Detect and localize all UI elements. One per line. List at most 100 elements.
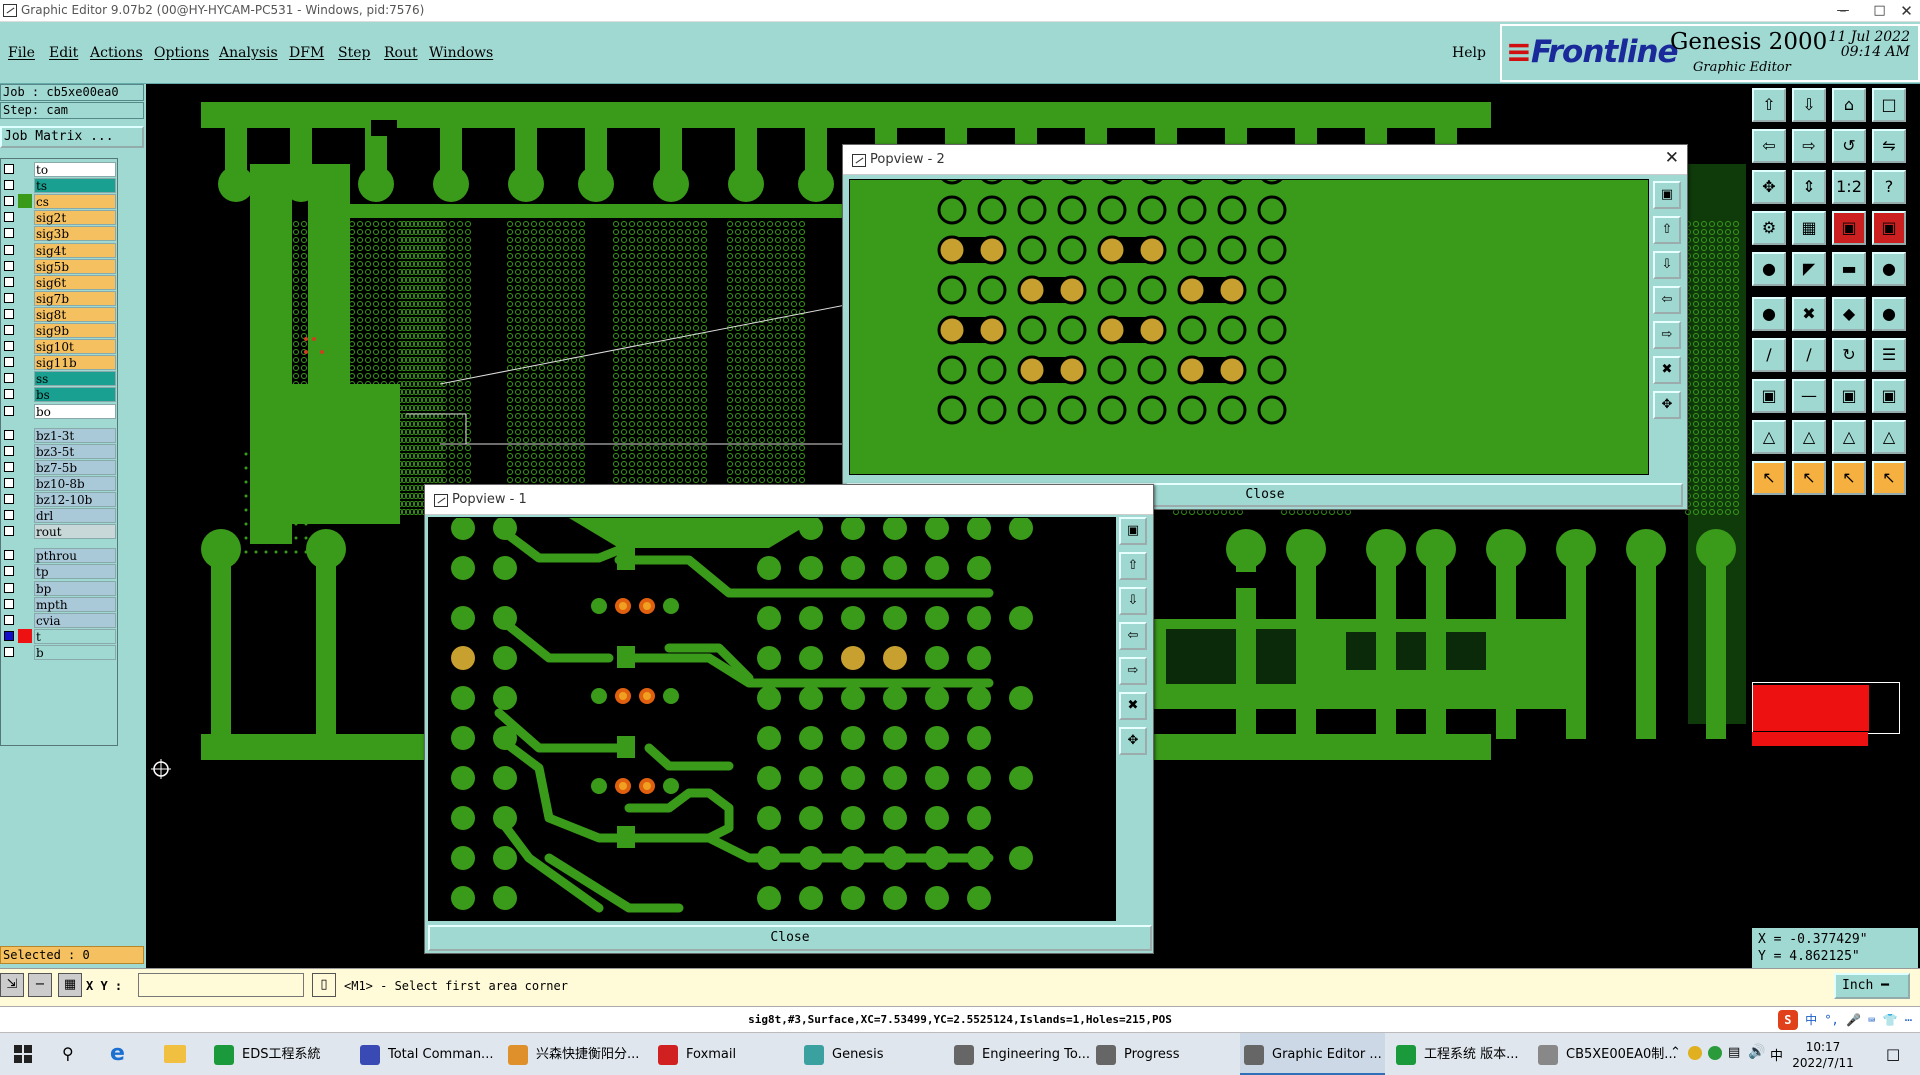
layer-name[interactable]: sig2t [34,210,116,226]
layer-color-swatch[interactable] [18,564,32,578]
layer-checkbox[interactable] [4,308,14,319]
layer-name[interactable]: sig8t [34,306,116,322]
layer-row-b[interactable]: b [1,644,119,660]
taskbar-item[interactable]: Foxmail [654,1033,794,1075]
taskbar-item[interactable]: CB5XE00EA0制... [1534,1033,1682,1075]
layer-color-swatch[interactable] [18,210,32,224]
menu-edit[interactable]: Edit [49,45,78,61]
triangle-d-icon[interactable]: △ [1872,420,1906,454]
layer-name[interactable]: t [34,628,116,644]
layer-row-sig10t[interactable]: sig10t [1,338,119,355]
layer-color-swatch[interactable] [18,476,32,490]
layer-checkbox[interactable] [4,405,14,416]
layer-name[interactable]: bz3-5t [34,443,116,459]
draw-line-icon[interactable]: ∕ [1752,338,1786,372]
layer-row-sig9b[interactable]: sig9b [1,322,119,338]
file-explorer-icon[interactable] [164,1045,186,1063]
menu-options[interactable]: Options [154,45,209,61]
menu-rout[interactable]: Rout [384,45,418,61]
layer-row-bz12-10b[interactable]: bz12-10b [1,491,119,507]
layer-name[interactable]: ts [34,178,116,194]
layer-color-swatch[interactable] [18,444,32,458]
xy-input[interactable] [138,973,304,997]
menu-analysis[interactable]: Analysis [219,45,278,61]
layer-checkbox[interactable] [4,494,14,504]
layer-checkbox[interactable] [4,373,14,384]
layer-color-swatch[interactable] [18,524,32,538]
popview-1-viewport[interactable] [428,517,1116,921]
popview-1-close-button[interactable]: Close [428,925,1152,951]
select-d-icon[interactable]: ↖ [1872,461,1906,495]
menu-dfm[interactable]: DFM [289,45,324,61]
layer-color-swatch[interactable] [18,645,32,659]
triangle-a-icon[interactable]: △ [1752,420,1786,454]
layer-checkbox[interactable] [4,510,14,521]
zoom-fit-icon[interactable]: ✥ [1752,170,1786,204]
layer-row-tp[interactable]: tp [1,563,119,580]
layer-checkbox[interactable] [4,646,14,657]
select-b-icon[interactable]: ↖ [1792,461,1826,495]
layer-name[interactable]: sig3b [34,226,116,242]
network-icon[interactable]: ▤ [1728,1045,1740,1060]
rotate-icon[interactable]: ↺ [1832,129,1866,163]
layer-checkbox[interactable] [4,630,14,641]
flip-icon[interactable]: ⇋ [1872,129,1906,163]
cross-tool-icon[interactable]: ✖ [1792,297,1826,331]
layer-a-icon[interactable]: ▣ [1832,211,1866,245]
taskbar-item[interactable]: 兴森快捷衡阳分... [504,1033,648,1075]
layer-row-ts[interactable]: ts [1,177,119,194]
layer-color-swatch[interactable] [18,162,32,176]
pad-icon[interactable]: ● [1752,252,1786,286]
layer-color-swatch[interactable] [18,275,32,289]
point-tool-icon[interactable]: ● [1872,297,1906,331]
window-minimize-button[interactable]: — [1820,0,1866,22]
line-tool-icon[interactable]: ▬ [1832,252,1866,286]
layer-color-swatch[interactable] [18,628,32,643]
search-icon[interactable]: ⚲ [62,1044,74,1063]
layer-color-swatch[interactable] [18,291,32,305]
layer-name[interactable]: sig5b [34,258,116,274]
help-icon[interactable]: ? [1872,170,1906,204]
tray-app-icon[interactable] [1688,1046,1702,1060]
layer-name[interactable]: bo [34,403,116,419]
circle-tool-icon[interactable]: ● [1872,252,1906,286]
layer-row-sig11b[interactable]: sig11b [1,354,119,371]
layer-row-sig8t[interactable]: sig8t [1,306,119,322]
triangle-c-icon[interactable]: △ [1832,420,1866,454]
layer-checkbox[interactable] [4,244,14,255]
frame-icon[interactable]: □ [1872,88,1906,122]
zoom-center-icon[interactable]: ✥ [1119,727,1147,755]
layer-color-swatch[interactable] [18,243,32,257]
taskbar-item[interactable]: Progress [1092,1033,1232,1075]
window-close-button[interactable]: ✕ [1893,0,1920,22]
taskbar-item[interactable]: 工程系统 版本... [1392,1033,1532,1075]
layer-color-swatch[interactable] [18,178,32,192]
zoom-in-icon[interactable]: ⇧ [1653,216,1681,244]
zoom-vert-icon[interactable]: ⇕ [1792,170,1826,204]
layer-color-swatch[interactable] [18,508,32,522]
layer-name[interactable]: sig4t [34,242,116,258]
zoom-fit-icon[interactable]: ✖ [1119,692,1147,720]
layer-name[interactable]: bz1-3t [34,427,116,443]
layer-name[interactable]: bz10-8b [34,475,116,491]
layer-color-swatch[interactable] [18,194,32,209]
scale-icon[interactable]: 1:2 [1832,170,1866,204]
layer-name[interactable]: sig11b [34,355,116,371]
home-icon[interactable]: ⌂ [1832,88,1866,122]
layer-row-bs[interactable]: bs [1,386,119,403]
snap-d-icon[interactable]: ▣ [1872,379,1906,413]
layer-color-swatch[interactable] [18,307,32,321]
layer-row-bp[interactable]: bp [1,580,119,596]
layer-checkbox[interactable] [4,228,14,239]
layer-checkbox[interactable] [4,477,14,488]
settings-icon[interactable]: ⚙ [1752,211,1786,245]
layer-color-swatch[interactable] [18,428,32,442]
diag-tool-icon[interactable]: ◆ [1832,297,1866,331]
ie-icon[interactable]: e [110,1041,125,1066]
taskbar-item[interactable]: Total Comman... [356,1033,502,1075]
layer-checkbox[interactable] [4,429,14,440]
select-c-icon[interactable]: ↖ [1832,461,1866,495]
zoom-home-icon[interactable]: ▣ [1119,517,1147,545]
pan-right-icon[interactable]: ⇨ [1792,129,1826,163]
layer-name[interactable]: sig7b [34,290,116,306]
